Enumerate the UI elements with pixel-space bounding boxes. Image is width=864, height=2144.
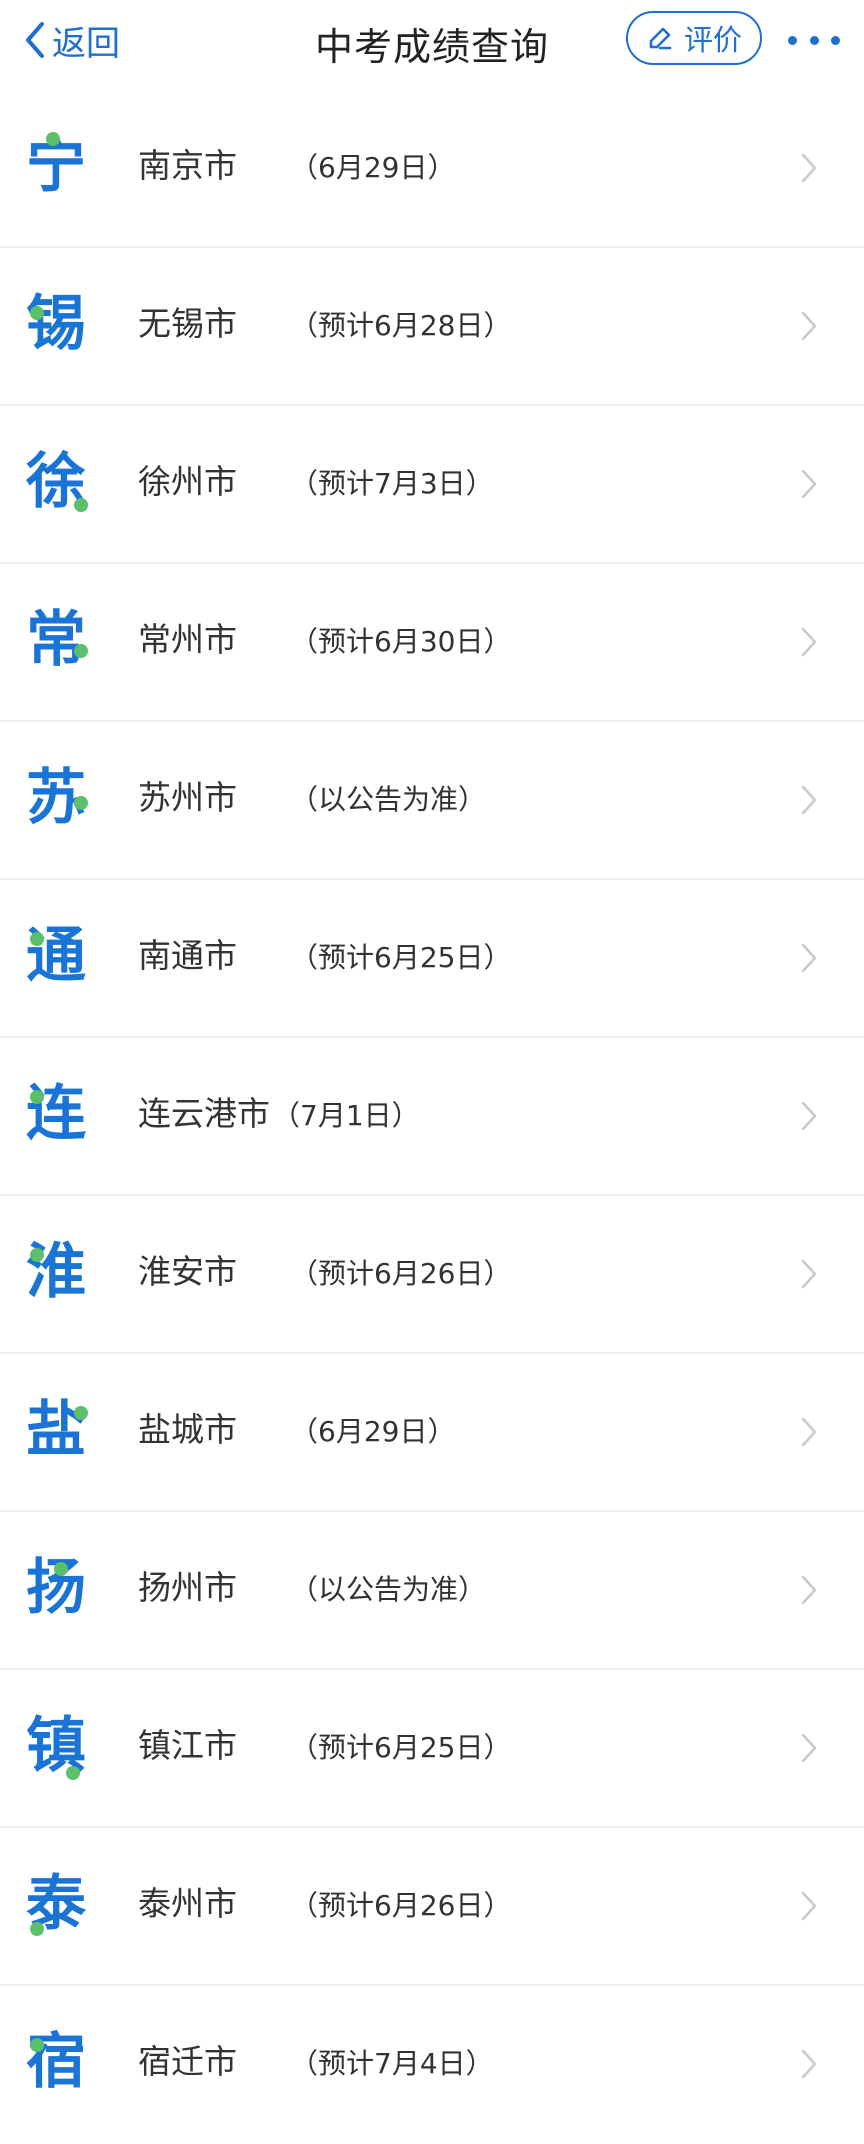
- city-badge-icon: 徐: [24, 450, 88, 514]
- nav-bar: 返回 中考成绩查询 评价: [0, 0, 864, 80]
- city-row[interactable]: 常 常州市 （预计6月30日）: [0, 564, 864, 722]
- badge-dot: [30, 932, 44, 946]
- city-badge-icon: 泰: [24, 1872, 88, 1936]
- city-badge-icon: 淮: [24, 1240, 88, 1304]
- release-date: （预计6月26日）: [290, 1257, 512, 1290]
- city-badge-icon: 常: [24, 608, 88, 672]
- release-date: （预计7月4日）: [290, 2047, 494, 2080]
- city-badge-icon: 通: [24, 924, 88, 988]
- city-name: 泰州市: [138, 1884, 237, 1923]
- release-date: （预计6月25日）: [290, 1731, 512, 1764]
- city-list: 宁 南京市 （6月29日） 锡 无锡市 （预计6月28日） 徐 徐州市 （预计7月3日） 常 常州市…: [0, 90, 864, 2144]
- chevron-left-icon: [26, 22, 44, 58]
- badge-dot: [30, 2038, 44, 2052]
- city-row[interactable]: 泰 泰州市 （预计6月26日）: [0, 1828, 864, 1986]
- chevron-right-icon: [801, 311, 817, 341]
- release-date: （7月1日）: [272, 1099, 420, 1132]
- chevron-right-icon: [801, 2049, 817, 2079]
- city-name: 宿迁市: [138, 2042, 237, 2081]
- more-dot: [788, 35, 797, 45]
- city-badge-glyph: 常: [26, 605, 86, 675]
- city-row[interactable]: 徐 徐州市 （预计7月3日）: [0, 406, 864, 564]
- badge-dot: [74, 796, 88, 810]
- badge-dot: [30, 1090, 44, 1104]
- chevron-right-icon: [801, 1891, 817, 1921]
- badge-dot: [30, 1248, 44, 1262]
- city-row[interactable]: 连 连云港市 （7月1日）: [0, 1038, 864, 1196]
- release-date: （预计6月26日）: [290, 1889, 512, 1922]
- city-row[interactable]: 扬 扬州市 （以公告为准）: [0, 1512, 864, 1670]
- city-name: 扬州市: [138, 1568, 237, 1607]
- badge-dot: [46, 132, 60, 146]
- city-row[interactable]: 盐 盐城市 （6月29日）: [0, 1354, 864, 1512]
- city-badge-glyph: 盐: [26, 1395, 86, 1465]
- release-date: （预计7月3日）: [290, 467, 494, 500]
- city-name: 南京市: [138, 146, 237, 185]
- city-row[interactable]: 锡 无锡市 （预计6月28日）: [0, 248, 864, 406]
- chevron-right-icon: [801, 1417, 817, 1447]
- city-row[interactable]: 镇 镇江市 （预计6月25日）: [0, 1670, 864, 1828]
- badge-dot: [74, 644, 88, 658]
- city-name: 连云港市: [138, 1094, 270, 1133]
- more-dot: [831, 35, 840, 45]
- chevron-right-icon: [801, 1733, 817, 1763]
- city-name: 苏州市: [138, 778, 237, 817]
- chevron-right-icon: [801, 943, 817, 973]
- city-badge-icon: 宿: [24, 2030, 88, 2094]
- city-name: 无锡市: [138, 304, 237, 343]
- badge-dot: [74, 1406, 88, 1420]
- release-date: （6月29日）: [290, 151, 456, 184]
- edit-pencil-icon: [649, 27, 672, 50]
- city-row[interactable]: 苏 苏州市 （以公告为准）: [0, 722, 864, 880]
- release-date: （预计6月30日）: [290, 625, 512, 658]
- badge-dot: [30, 306, 44, 320]
- rate-label: 评价: [683, 23, 742, 57]
- city-row[interactable]: 宿 宿迁市 （预计7月4日）: [0, 1986, 864, 2144]
- badge-dot: [54, 1562, 68, 1576]
- city-name: 常州市: [138, 620, 237, 659]
- chevron-right-icon: [801, 1101, 817, 1131]
- chevron-right-icon: [801, 1259, 817, 1289]
- city-row[interactable]: 通 南通市 （预计6月25日）: [0, 880, 864, 1038]
- city-badge-icon: 镇: [24, 1714, 88, 1780]
- release-date: （预计6月28日）: [290, 309, 512, 342]
- city-name: 盐城市: [138, 1410, 237, 1449]
- more-dot: [809, 35, 819, 45]
- city-name: 镇江市: [138, 1726, 237, 1765]
- city-badge-icon: 盐: [24, 1398, 88, 1462]
- back-label: 返回: [52, 23, 120, 64]
- chevron-right-icon: [801, 627, 817, 657]
- badge-dot: [74, 498, 88, 512]
- city-badge-glyph: 锡: [26, 289, 86, 359]
- release-date: （以公告为准）: [290, 1573, 487, 1606]
- chevron-right-icon: [801, 1575, 817, 1605]
- rate-button[interactable]: 评价: [626, 11, 762, 65]
- release-date: （6月29日）: [290, 1415, 456, 1448]
- chevron-right-icon: [801, 153, 817, 183]
- badge-dot: [66, 1766, 80, 1780]
- city-name: 南通市: [138, 936, 237, 975]
- city-badge-icon: 连: [24, 1082, 88, 1146]
- city-name: 淮安市: [138, 1252, 237, 1291]
- chevron-right-icon: [801, 469, 817, 499]
- city-badge-icon: 宁: [24, 132, 88, 198]
- back-button[interactable]: 返回: [24, 18, 120, 64]
- city-row[interactable]: 淮 淮安市 （预计6月26日）: [0, 1196, 864, 1354]
- city-badge-icon: 苏: [24, 766, 88, 830]
- release-date: （以公告为准）: [290, 783, 487, 816]
- city-badge-icon: 锡: [24, 292, 88, 356]
- more-dots-icon[interactable]: [788, 24, 840, 56]
- city-badge-icon: 扬: [24, 1556, 88, 1620]
- release-date: （预计6月25日）: [290, 941, 512, 974]
- city-row[interactable]: 宁 南京市 （6月29日）: [0, 90, 864, 248]
- city-name: 徐州市: [138, 462, 237, 501]
- badge-dot: [30, 1922, 44, 1936]
- chevron-right-icon: [801, 785, 817, 815]
